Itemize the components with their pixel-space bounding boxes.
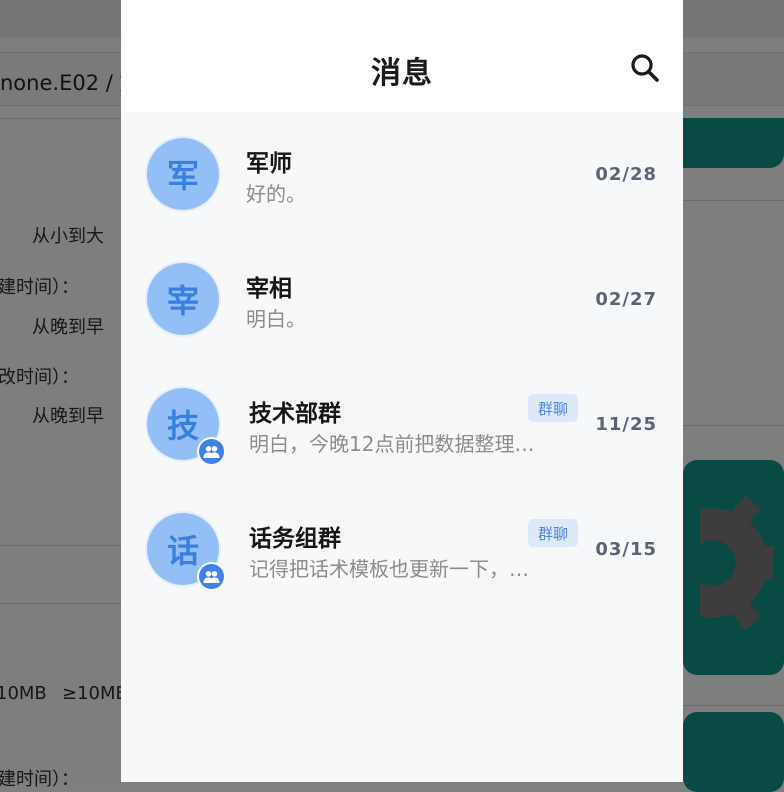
background-field-label: 建时间）： xyxy=(0,277,79,298)
conversation-date: 11/25 xyxy=(595,414,657,435)
background-right-bar xyxy=(683,52,784,106)
page-title: 消息 xyxy=(371,56,433,91)
background-field-label: 建时间）： xyxy=(0,769,79,790)
conversation-name: 技术部群 xyxy=(249,401,341,427)
background-size-option: ≥10MB xyxy=(62,683,128,704)
background-tile xyxy=(683,118,784,168)
background-settings-tile xyxy=(683,460,784,675)
background-path-text: none.E02 / 文 xyxy=(0,71,141,95)
conversation-preview: 明白。 xyxy=(246,307,306,331)
group-chat-tag: 群聊 xyxy=(528,394,578,422)
background-sort-label: 从晚到早 xyxy=(32,406,104,427)
divider xyxy=(683,705,784,706)
conversation-preview: 好的。 xyxy=(246,182,306,206)
conversation-date: 02/28 xyxy=(595,164,657,185)
avatar: 军 xyxy=(147,138,219,210)
conversation-name: 军师 xyxy=(246,151,292,177)
search-icon xyxy=(631,54,659,82)
background-size-option: 10MB xyxy=(0,683,47,704)
divider xyxy=(683,200,784,201)
conversation-item[interactable]: 宰 宰相 明白。 02/27 xyxy=(121,237,683,362)
group-badge xyxy=(199,439,224,464)
conversation-name: 话务组群 xyxy=(249,526,341,552)
gear-icon xyxy=(700,495,774,631)
conversation-date: 02/27 xyxy=(595,289,657,310)
background-tile xyxy=(683,712,784,792)
conversation-item[interactable]: 技 技术部群 群聊 明白，今晚12点前把数据整理… 11/25 xyxy=(121,362,683,487)
background-field-label: 改时间）： xyxy=(0,367,79,388)
divider xyxy=(683,425,784,426)
group-icon xyxy=(203,570,220,583)
divider xyxy=(0,603,125,604)
conversation-name: 宰相 xyxy=(246,276,292,302)
divider xyxy=(0,545,125,546)
conversation-preview: 明白，今晚12点前把数据整理… xyxy=(249,432,535,456)
divider xyxy=(0,118,125,119)
conversation-item[interactable]: 话 话务组群 群聊 记得把话术模板也更新一下，… 03/15 xyxy=(121,487,683,612)
conversation-preview: 记得把话术模板也更新一下，… xyxy=(249,557,529,581)
avatar: 宰 xyxy=(147,263,219,335)
panel-header: 消息 xyxy=(121,0,683,112)
group-badge xyxy=(199,564,224,589)
background-sort-label: 从小到大 xyxy=(32,226,104,247)
background-sort-label: 从晚到早 xyxy=(32,317,104,338)
background-breadcrumb: none.E02 / 文 xyxy=(0,52,140,106)
group-icon xyxy=(203,445,220,458)
messages-panel: 消息 军 军师 好的。 02/28 宰 宰相 明白。 02/27 技 技术部群 … xyxy=(121,0,683,782)
conversation-date: 03/15 xyxy=(595,539,657,560)
conversation-list: 军 军师 好的。 02/28 宰 宰相 明白。 02/27 技 技术部群 群聊 … xyxy=(121,112,683,612)
conversation-item[interactable]: 军 军师 好的。 02/28 xyxy=(121,112,683,237)
search-button[interactable] xyxy=(629,52,661,84)
group-chat-tag: 群聊 xyxy=(528,519,578,547)
